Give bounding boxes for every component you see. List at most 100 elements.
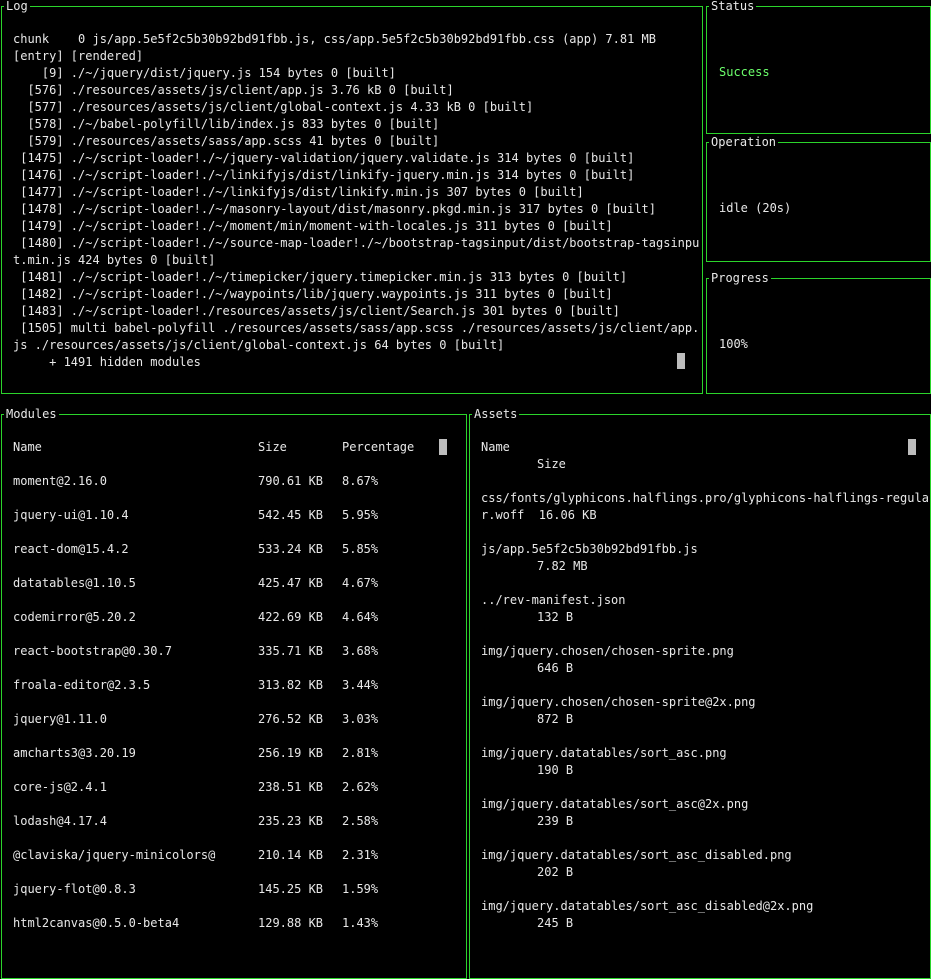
log-panel[interactable]: Log chunk 0 js/app.5e5f2c5b30b92bd91fbb.… <box>1 0 703 394</box>
asset-name: img/jquery.datatables/sort_asc@2x.png <box>481 797 749 811</box>
module-percentage: 4.67% <box>342 576 379 590</box>
modules-title: Modules <box>4 406 59 423</box>
asset-size: 646 B <box>537 661 574 675</box>
module-name: @claviska/jquery-minicolors@ <box>13 848 216 862</box>
module-percentage: 8.67% <box>342 474 379 488</box>
module-name: jquery-flot@0.8.3 <box>13 882 136 896</box>
log-line: t.min.js 424 bytes 0 [built] <box>13 253 216 267</box>
module-name: react-dom@15.4.2 <box>13 542 129 556</box>
log-line: [578] ./~/babel-polyfill/lib/index.js 83… <box>13 117 440 131</box>
status-value: Success <box>719 65 770 79</box>
module-name: froala-editor@2.3.5 <box>13 678 151 692</box>
module-row[interactable]: moment@2.16.0 790.61 KB 8.67% <box>13 473 453 490</box>
modules-header-row: Name Size Percentage <box>13 439 453 456</box>
log-line: [576] ./resources/assets/js/client/app.j… <box>13 83 454 97</box>
module-row[interactable]: @claviska/jquery-minicolors@ 210.14 KB 2.3… <box>13 847 453 864</box>
assets-title: Assets <box>472 406 520 423</box>
assets-header-name: Name <box>481 440 510 454</box>
module-size: 790.61 KB <box>258 474 324 488</box>
module-row[interactable]: amcharts3@3.20.19 256.19 KB 2.81% <box>13 745 453 762</box>
asset-size: 202 B <box>537 865 574 879</box>
module-name: datatables@1.10.5 <box>13 576 136 590</box>
asset-name: img/jquery.chosen/chosen-sprite.png <box>481 644 734 658</box>
log-output: chunk 0 js/app.5e5f2c5b30b92bd91fbb.js, … <box>13 31 699 371</box>
asset-row[interactable]: img/jquery.datatables/sort_asc_disabled@… <box>481 898 926 932</box>
asset-name: img/jquery.datatables/sort_asc.png <box>481 746 727 760</box>
module-percentage: 2.31% <box>342 848 379 862</box>
module-size: 313.82 KB <box>258 678 324 692</box>
module-name: amcharts3@3.20.19 <box>13 746 136 760</box>
log-line: [entry] [rendered] <box>13 49 144 63</box>
module-row[interactable]: core-js@2.4.1 238.51 KB 2.62% <box>13 779 453 796</box>
module-row[interactable]: datatables@1.10.5 425.47 KB 4.67% <box>13 575 453 592</box>
module-size: 256.19 KB <box>258 746 324 760</box>
asset-row[interactable]: img/jquery.chosen/chosen-sprite@2x.png 87… <box>481 694 926 728</box>
log-title: Log <box>4 0 30 15</box>
module-row[interactable]: froala-editor@2.3.5 313.82 KB 3.44% <box>13 677 453 694</box>
log-line: chunk 0 js/app.5e5f2c5b30b92bd91fbb.js, … <box>13 32 656 46</box>
module-row[interactable]: react-dom@15.4.2 533.24 KB 5.85% <box>13 541 453 558</box>
module-size: 533.24 KB <box>258 542 324 556</box>
module-size: 238.51 KB <box>258 780 324 794</box>
modules-scroll-cursor[interactable] <box>439 439 447 455</box>
log-line: [1478] ./~/script-loader!./~/masonry-lay… <box>13 202 656 216</box>
asset-row[interactable]: img/jquery.chosen/chosen-sprite.png 646 B <box>481 643 926 677</box>
module-size: 425.47 KB <box>258 576 324 590</box>
module-size: 276.52 KB <box>258 712 324 726</box>
log-line: [1476] ./~/script-loader!./~/linkifyjs/d… <box>13 168 635 182</box>
module-size: 542.45 KB <box>258 508 324 522</box>
asset-row[interactable]: css/fonts/glyphicons.halflings.pro/glyph… <box>481 490 929 524</box>
asset-size: 872 B <box>537 712 574 726</box>
asset-size: 239 B <box>537 814 574 828</box>
asset-size: 190 B <box>537 763 574 777</box>
log-line: [1477] ./~/script-loader!./~/linkifyjs/d… <box>13 185 584 199</box>
log-scroll-cursor[interactable] <box>677 353 685 369</box>
asset-row[interactable]: js/app.5e5f2c5b30b92bd91fbb.js 7.82 MB <box>481 541 926 575</box>
module-percentage: 1.59% <box>342 882 379 896</box>
module-percentage: 3.03% <box>342 712 379 726</box>
operation-panel: Operation idle (20s) <box>706 134 931 262</box>
asset-name-tail: r.woff <box>481 508 539 522</box>
asset-size: 7.82 MB <box>537 559 588 573</box>
status-title: Status <box>709 0 757 15</box>
operation-value: idle (20s) <box>719 201 792 215</box>
asset-size: 245 B <box>537 916 574 930</box>
asset-size: 132 B <box>537 610 574 624</box>
module-row[interactable]: jquery@1.11.0 276.52 KB 3.03% <box>13 711 453 728</box>
asset-row[interactable]: img/jquery.datatables/sort_asc_disabled.… <box>481 847 926 881</box>
module-name: html2canvas@0.5.0-beta4 <box>13 916 180 930</box>
log-line: [1475] ./~/script-loader!./~/jquery-vali… <box>13 151 635 165</box>
asset-row[interactable]: img/jquery.datatables/sort_asc@2x.png 239… <box>481 796 926 830</box>
module-percentage: 3.44% <box>342 678 379 692</box>
log-line: [577] ./resources/assets/js/client/globa… <box>13 100 534 114</box>
assets-panel[interactable]: Assets Name Size css/fonts/glyphicons.ha… <box>469 406 931 979</box>
module-percentage: 3.68% <box>342 644 379 658</box>
asset-name: img/jquery.datatables/sort_asc_disabled.… <box>481 848 792 862</box>
assets-header-size: Size <box>537 457 566 471</box>
module-row[interactable]: lodash@4.17.4 235.23 KB 2.58% <box>13 813 453 830</box>
modules-panel[interactable]: Modules Name Size Percentage moment@2.16… <box>1 406 467 979</box>
module-row[interactable]: jquery-flot@0.8.3 145.25 KB 1.59% <box>13 881 453 898</box>
module-percentage: 1.43% <box>342 916 379 930</box>
module-name: lodash@4.17.4 <box>13 814 107 828</box>
module-name: moment@2.16.0 <box>13 474 107 488</box>
module-percentage: 4.64% <box>342 610 379 624</box>
module-row[interactable]: react-bootstrap@0.30.7 335.71 KB 3.68% <box>13 643 453 660</box>
module-name: react-bootstrap@0.30.7 <box>13 644 172 658</box>
log-line: [9] ./~/jquery/dist/jquery.js 154 bytes … <box>13 66 396 80</box>
module-row[interactable]: jquery-ui@1.10.4 542.45 KB 5.95% <box>13 507 453 524</box>
module-size: 422.69 KB <box>258 610 324 624</box>
module-percentage: 2.62% <box>342 780 379 794</box>
module-name: core-js@2.4.1 <box>13 780 107 794</box>
module-row[interactable]: codemirror@5.20.2 422.69 KB 4.64% <box>13 609 453 626</box>
module-percentage: 5.95% <box>342 508 379 522</box>
asset-row[interactable]: img/jquery.datatables/sort_asc.png 190 B <box>481 745 926 779</box>
module-percentage: 2.81% <box>342 746 379 760</box>
assets-header-row: Name Size <box>481 439 926 473</box>
assets-scroll-cursor[interactable] <box>908 439 916 455</box>
status-panel: Status Success <box>706 0 931 134</box>
module-size: 129.88 KB <box>258 916 324 930</box>
module-percentage: 2.58% <box>342 814 379 828</box>
module-row[interactable]: html2canvas@0.5.0-beta4 129.88 KB 1.43% <box>13 915 453 932</box>
asset-row[interactable]: ../rev-manifest.json 132 B <box>481 592 926 626</box>
